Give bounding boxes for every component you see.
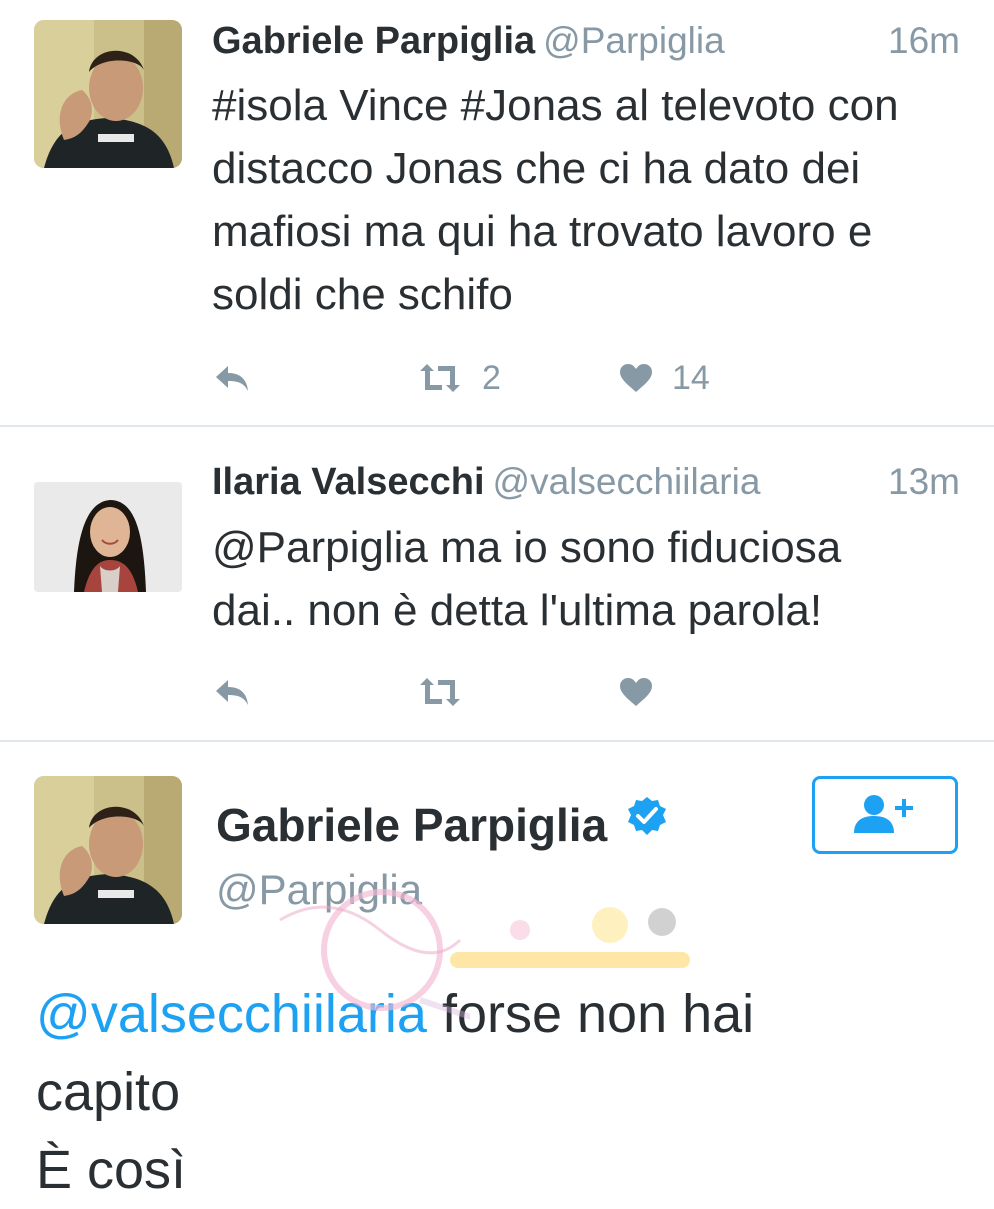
tweet-text-line: @Parpiglia ma io sono fiduciosa <box>212 523 842 572</box>
retweet-button[interactable] <box>416 672 464 712</box>
reply-icon <box>216 680 248 705</box>
heart-icon <box>620 678 652 706</box>
reply-button[interactable] <box>212 672 252 712</box>
author-name-text: Gabriele Parpiglia <box>216 799 608 851</box>
tweet-text-line: dai.. non è detta l'ultima parola! <box>212 586 823 635</box>
author-handle[interactable]: @valsecchiilaria <box>493 461 761 502</box>
heart-icon <box>620 364 652 392</box>
avatar-photo <box>34 776 182 924</box>
avatar[interactable] <box>34 776 182 924</box>
like-button[interactable] <box>618 672 654 712</box>
retweet-icon <box>420 678 460 706</box>
avatar-photo <box>34 20 182 168</box>
author-name[interactable]: Gabriele Parpiglia <box>216 795 668 852</box>
tweet-text-line: soldi che schifo <box>212 270 513 319</box>
like-count: 14 <box>672 358 710 397</box>
retweet-icon <box>420 364 460 392</box>
tweet-text: @Parpiglia ma io sono fiduciosa dai.. no… <box>212 516 972 642</box>
tweet-2[interactable]: Ilaria Valsecchi @valsecchiilaria 13m @Pa… <box>0 427 994 740</box>
add-user-icon <box>854 795 913 833</box>
tweet-text-line: @valsecchiilaria forse non hai <box>36 975 966 1053</box>
tweet-text: @valsecchiilaria forse non hai capito È … <box>36 975 966 1209</box>
mention-link[interactable]: @valsecchiilaria <box>36 984 427 1044</box>
author-name[interactable]: Gabriele Parpiglia <box>212 20 535 62</box>
tweet-1[interactable]: Gabriele Parpiglia @Parpiglia 16m #isola … <box>0 0 994 425</box>
reply-icon <box>216 366 248 391</box>
avatar[interactable] <box>34 20 182 168</box>
author-handle[interactable]: @Parpiglia <box>216 866 422 914</box>
avatar[interactable] <box>34 482 182 592</box>
retweet-count: 2 <box>482 358 501 397</box>
tweet-text-line: #isola Vince #Jonas al televoto con <box>212 81 899 130</box>
tweet-text-line: mafiosi ma qui ha trovato lavoro e <box>212 207 873 256</box>
retweet-button[interactable]: 2 <box>416 358 501 398</box>
author-handle[interactable]: @Parpiglia <box>543 20 725 61</box>
reply-button[interactable] <box>212 358 252 398</box>
tweet-text-line: capito <box>36 1062 181 1122</box>
verified-badge-icon <box>627 797 666 835</box>
follow-button[interactable] <box>812 776 958 854</box>
like-button[interactable]: 14 <box>618 358 710 398</box>
tweet-text: #isola Vince #Jonas al televoto con dist… <box>212 74 972 326</box>
author-name[interactable]: Ilaria Valsecchi <box>212 461 485 503</box>
tweet-text-line: distacco Jonas che ci ha dato dei <box>212 144 861 193</box>
timestamp[interactable]: 13m <box>888 461 960 503</box>
tweet-text-segment: forse non hai <box>426 984 755 1044</box>
tweet-text-line: È così <box>36 1140 187 1200</box>
avatar-photo <box>34 482 182 592</box>
timestamp[interactable]: 16m <box>888 20 960 62</box>
